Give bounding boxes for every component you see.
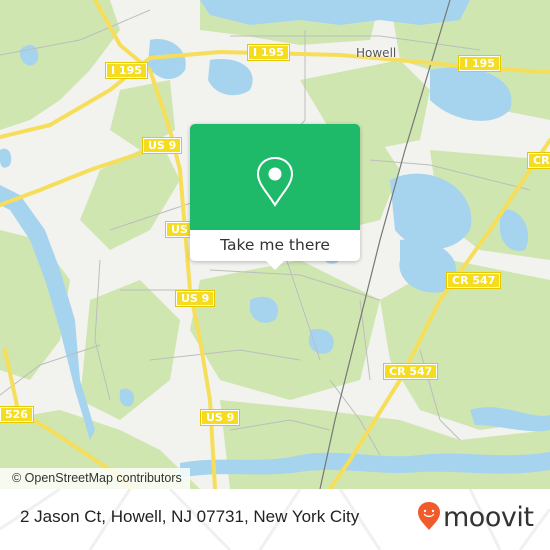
road-shield-cr: CR (527, 152, 550, 169)
road-shield-us9: US 9 (199, 409, 241, 426)
road-shield-i195: I 195 (458, 55, 501, 72)
road-shield-cr526: 526 (0, 406, 34, 423)
moovit-wordmark: moovit (443, 502, 534, 533)
map-attribution[interactable]: © OpenStreetMap contributors (0, 468, 190, 489)
popup-header (190, 124, 360, 230)
place-label-howell: Howell (356, 46, 397, 60)
road-shield-us9: US 9 (174, 290, 216, 307)
location-popup: Take me there (190, 124, 360, 270)
moovit-pin-smile-icon (417, 501, 441, 535)
road-shield-cr547: CR 547 (382, 363, 439, 380)
road-shield-i195: I 195 (105, 62, 148, 79)
footer: 2 Jason Ct, Howell, NJ 07731, New York C… (0, 489, 550, 550)
map-view[interactable]: Howell I 195 I 195 I 195 US 9 US US 9 US… (0, 0, 550, 489)
address-text: 2 Jason Ct, Howell, NJ 07731, New York C… (20, 507, 360, 526)
popup-pointer (266, 261, 284, 270)
road-shield-us9: US (165, 221, 194, 238)
road-shield-i195: I 195 (247, 44, 290, 61)
take-me-there-button[interactable]: Take me there (190, 230, 360, 261)
road-shield-cr547: CR 547 (445, 272, 502, 289)
moovit-logo[interactable]: moovit (417, 501, 534, 535)
road-shield-us9: US 9 (141, 137, 183, 154)
